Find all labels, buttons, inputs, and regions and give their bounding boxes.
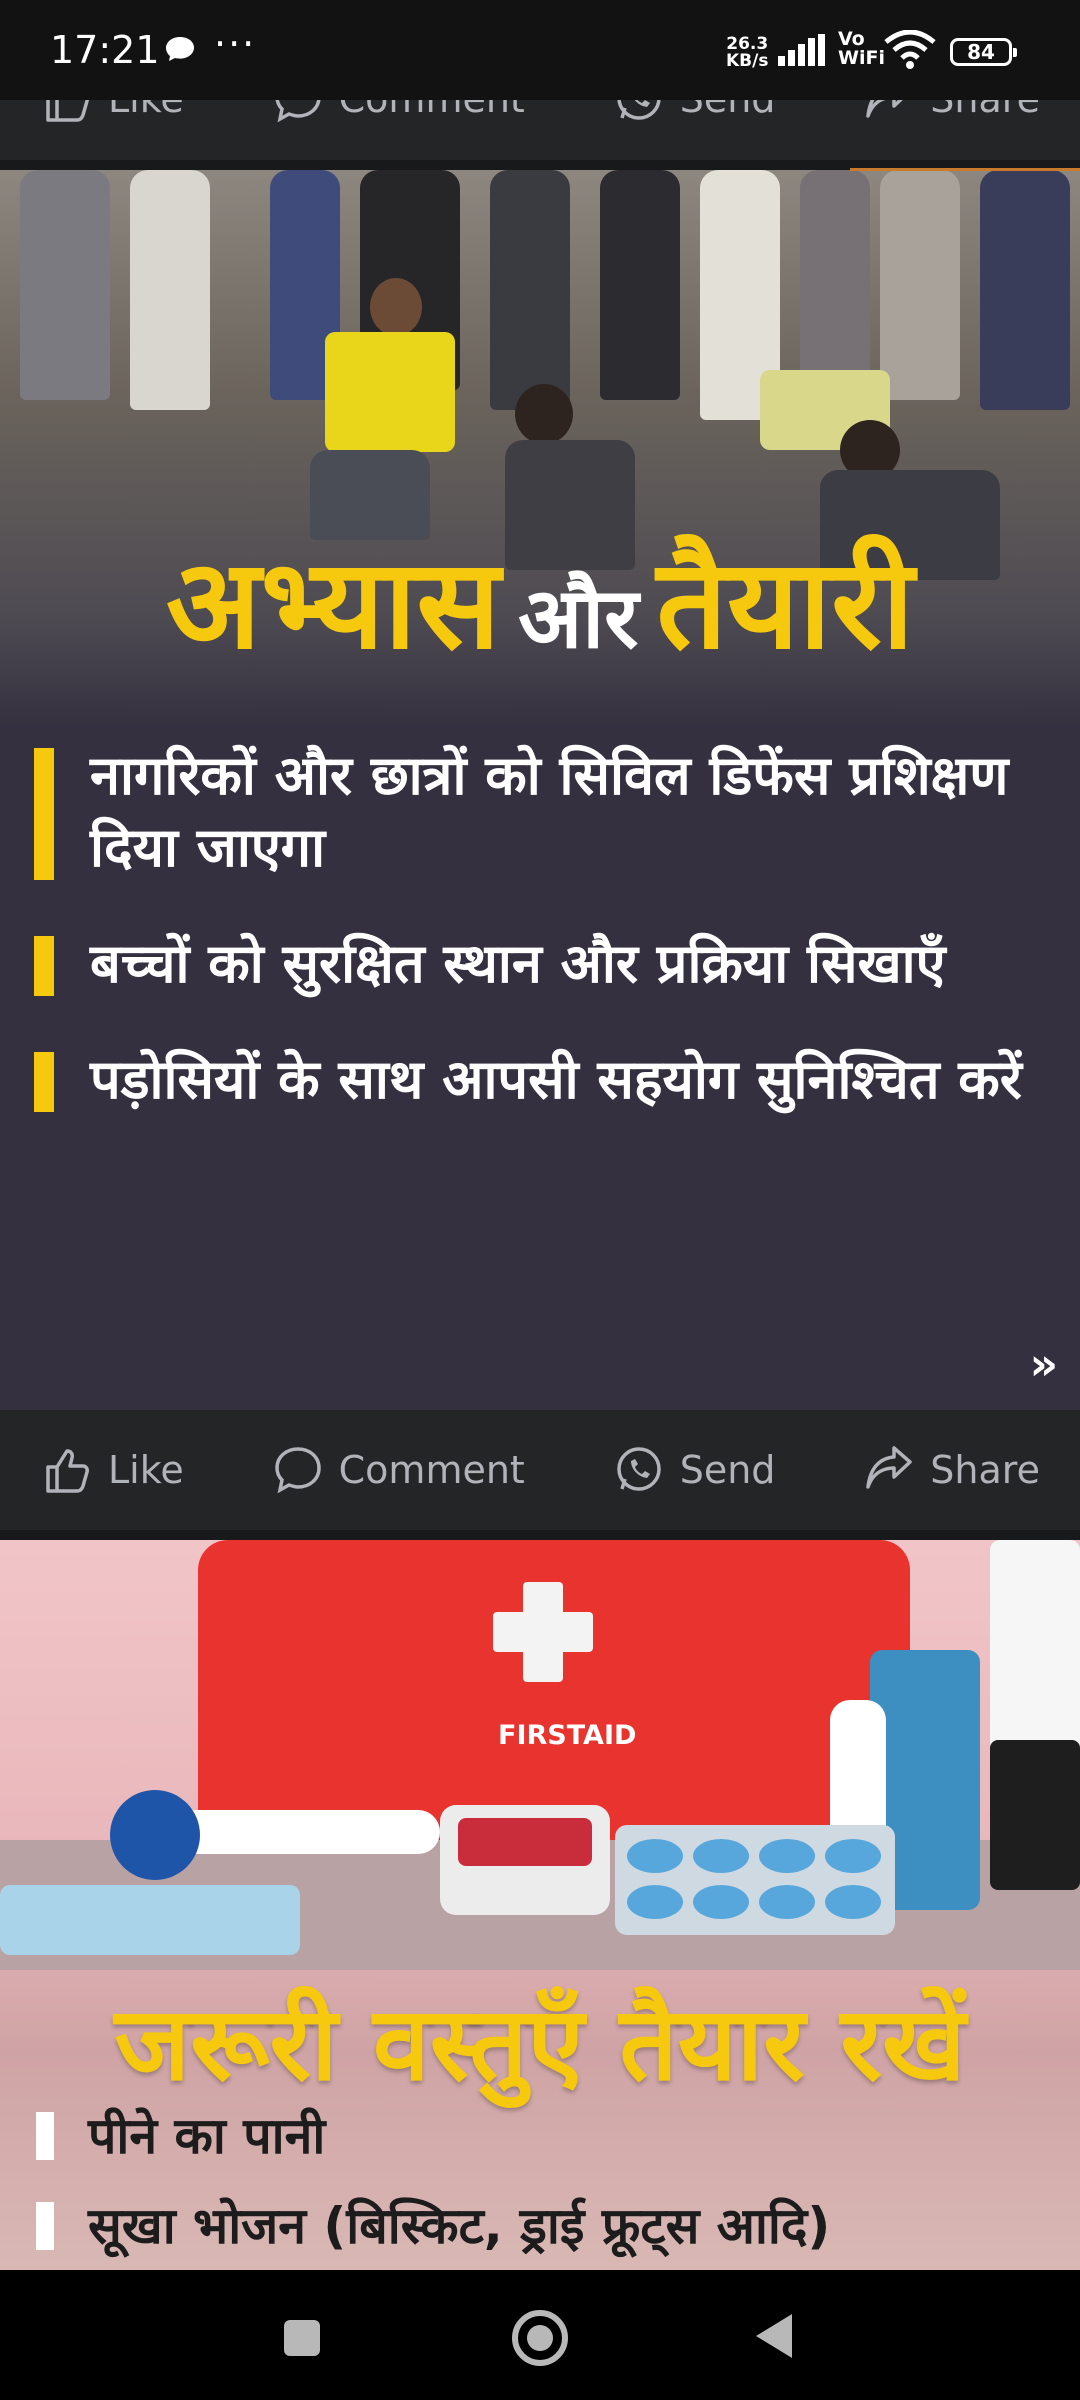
headline-and: और xyxy=(518,569,639,667)
comment-button[interactable]: Comment xyxy=(271,1443,525,1497)
headline-practice: अभ्यास xyxy=(165,533,501,677)
battery-indicator: 84 xyxy=(950,38,1017,66)
bullet-bar xyxy=(36,2112,54,2160)
post-card-essentials[interactable]: FIRSTAID जरूरी वस्तुएँ तैयार रखें पीने क… xyxy=(0,1540,1080,2270)
next-slide-icon[interactable]: » xyxy=(1030,1339,1058,1390)
post-action-bar: Like Comment Send Share xyxy=(0,1410,1080,1530)
list-item: नागरिकों और छात्रों को सिविल डिफेंस प्रश… xyxy=(34,740,1044,884)
list-item-text: नागरिकों और छात्रों को सिविल डिफेंस प्रश… xyxy=(90,744,1009,879)
whatsapp-icon xyxy=(616,1447,661,1491)
bottle-image xyxy=(990,1540,1080,1760)
system-navigation-bar xyxy=(0,2270,1080,2400)
recents-button[interactable] xyxy=(284,2320,320,2356)
back-button[interactable] xyxy=(756,2314,792,2358)
vowifi-indicator: Vo WiFi xyxy=(838,30,885,68)
list-item: बच्चों को सुरक्षित स्थान और प्रक्रिया सि… xyxy=(34,928,1044,1000)
home-button[interactable] xyxy=(512,2310,568,2366)
essentials-headline: जरूरी वस्तुएँ तैयार रखें xyxy=(114,1985,966,2104)
thumbs-up-icon xyxy=(46,1449,89,1493)
medical-cross-bar xyxy=(493,1612,593,1652)
headline-preparation: तैयारी xyxy=(656,533,915,677)
share-arrow-icon xyxy=(866,1446,913,1489)
share-button[interactable]: Share xyxy=(862,1443,1040,1497)
bullet-list: नागरिकों और छात्रों को सिविल डिफेंस प्रश… xyxy=(34,740,1044,1160)
bullet-bar xyxy=(34,748,54,880)
list-item-text: पीने का पानी xyxy=(88,2107,326,2165)
comment-label: Comment xyxy=(338,1448,525,1492)
bottle-dark-image xyxy=(990,1740,1080,1890)
list-item-text: बच्चों को सुरक्षित स्थान और प्रक्रिया सि… xyxy=(90,932,946,995)
list-item-text: सूखा भोजन (बिस्किट, ड्राई फ्रूट्स आदि) xyxy=(88,2197,831,2255)
post-headline: अभ्यास और तैयारी xyxy=(0,515,1080,684)
list-item: पड़ोसियों के साथ आपसी सहयोग सुनिश्चित कर… xyxy=(34,1044,1044,1116)
kit-label: FIRSTAID xyxy=(498,1720,637,1751)
post-card-preparation[interactable]: अभ्यास और तैयारी नागरिकों और छात्रों को सि… xyxy=(0,170,1080,1410)
clock: 17:21 xyxy=(50,28,160,72)
bullet-bar xyxy=(36,2202,54,2250)
network-speed: 26.3 KB/s xyxy=(726,36,768,70)
network-speed-unit: KB/s xyxy=(726,51,769,71)
like-label: Like xyxy=(108,1448,184,1492)
bullet-bar xyxy=(34,1052,54,1112)
comment-icon xyxy=(274,1447,321,1494)
thermometer-cap xyxy=(110,1790,200,1880)
signal-icon xyxy=(778,34,825,66)
send-label: Send xyxy=(679,1448,776,1492)
list-item: सूखा भोजन (बिस्किट, ड्राई फ्रूट्स आदि) xyxy=(36,2190,1056,2262)
wifi-label: WiFi xyxy=(838,47,885,69)
first-aid-kit-image: FIRSTAID xyxy=(198,1540,910,1840)
bullet-bar xyxy=(34,936,54,996)
chat-bubble-icon xyxy=(166,37,194,61)
essentials-list: पीने का पानी सूखा भोजन (बिस्किट, ड्राई फ… xyxy=(36,2100,1056,2270)
like-button[interactable]: Like xyxy=(40,1443,184,1497)
send-button[interactable]: Send xyxy=(612,1443,776,1497)
list-item: पीने का पानी xyxy=(36,2100,1056,2172)
pill-pack-image xyxy=(615,1825,895,1935)
more-notifications-icon: ··· xyxy=(214,22,257,66)
divider-accent xyxy=(850,168,1080,171)
glucose-meter-screen xyxy=(458,1818,592,1866)
share-label: Share xyxy=(930,1448,1040,1492)
status-bar: 17:21 ··· 26.3 KB/s Vo WiFi 84 xyxy=(0,0,1080,100)
mask-image xyxy=(0,1885,300,1955)
wifi-icon xyxy=(884,30,936,69)
list-item-text: पड़ोसियों के साथ आपसी सहयोग सुनिश्चित कर… xyxy=(90,1048,1022,1111)
